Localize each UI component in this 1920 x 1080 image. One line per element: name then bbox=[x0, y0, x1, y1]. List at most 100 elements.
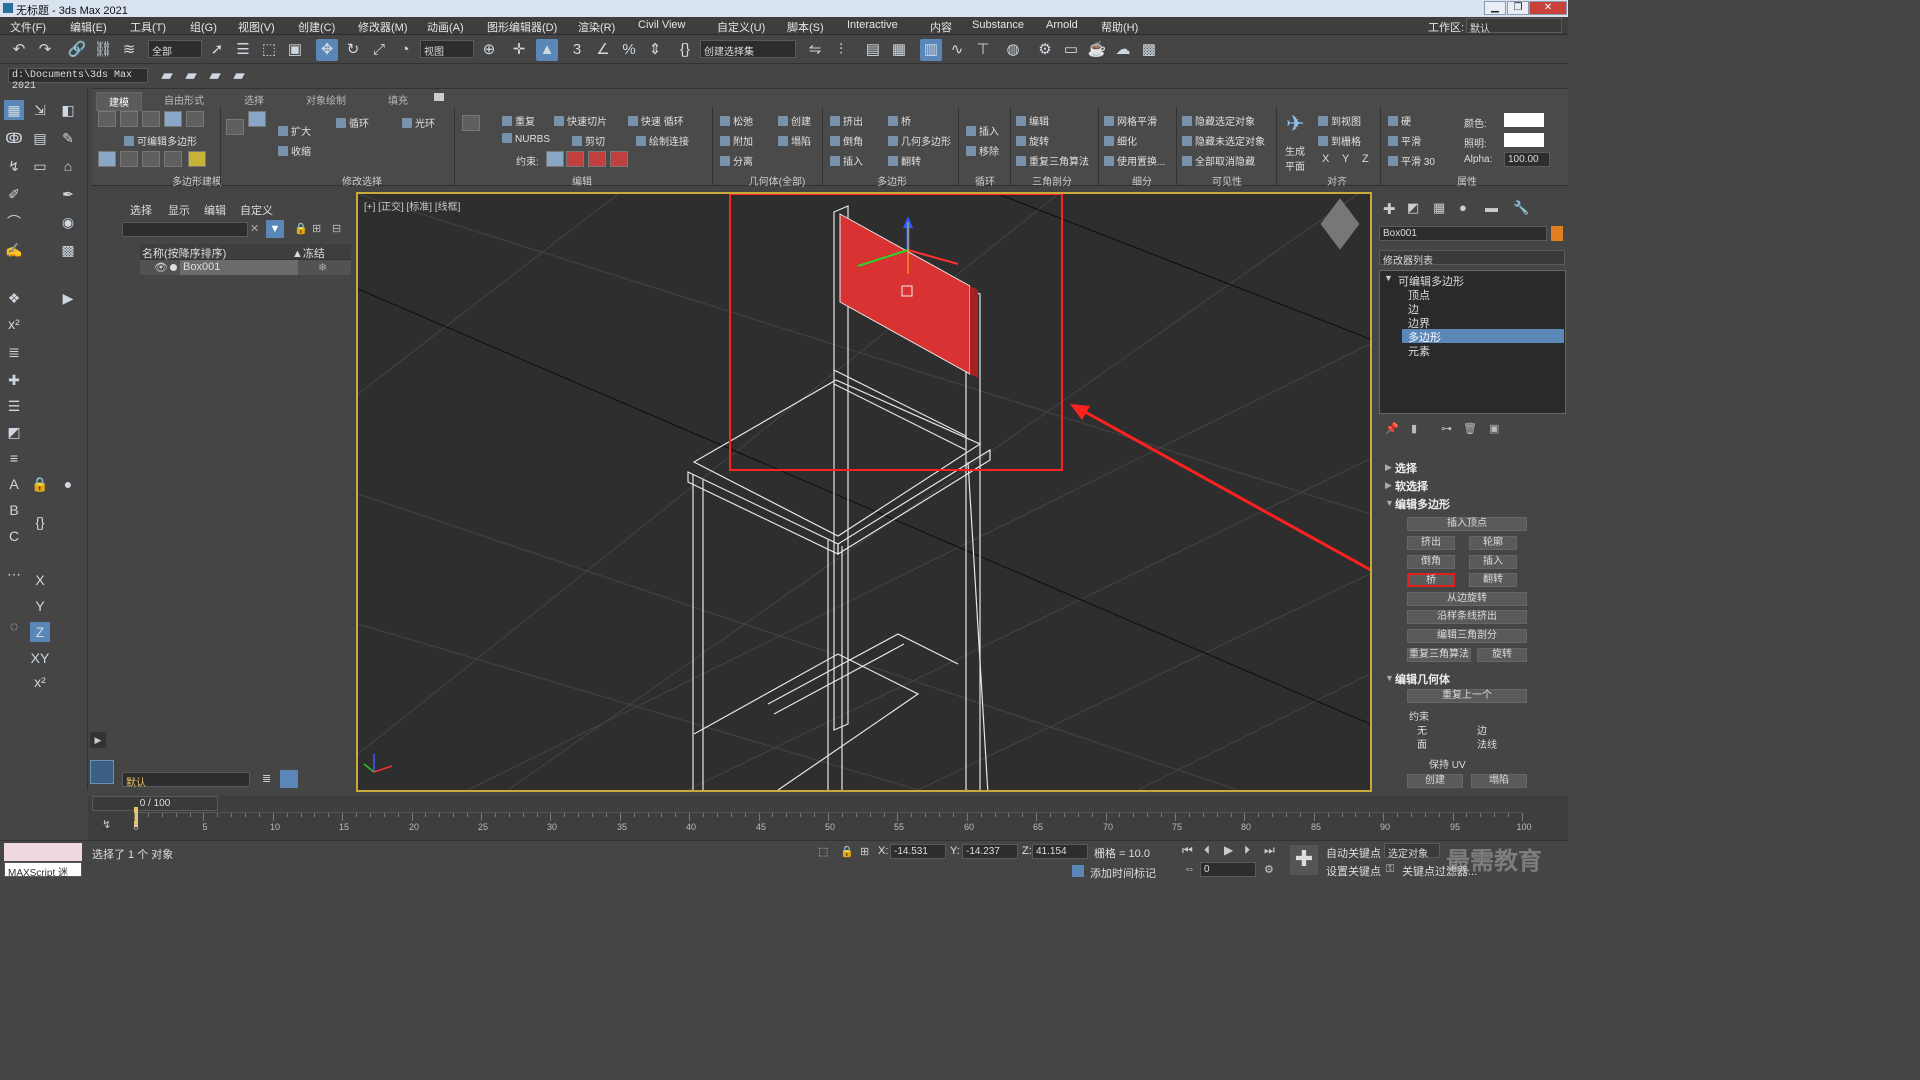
constraint-normal-icon[interactable] bbox=[610, 151, 628, 167]
show-end-result-cmd-icon[interactable]: ▮ bbox=[1411, 422, 1417, 435]
scene-explorer-icon[interactable]: ▥ bbox=[920, 39, 942, 61]
paint-connect-button[interactable]: 绘制连接 bbox=[636, 133, 689, 148]
menu-views[interactable]: 视图(V) bbox=[238, 19, 275, 35]
edge-mode-icon[interactable] bbox=[120, 111, 138, 127]
vertex-mode-icon[interactable] bbox=[98, 111, 116, 127]
make-planar-icon[interactable]: ✈ bbox=[1286, 111, 1304, 139]
preserve-uvs-icon[interactable] bbox=[462, 115, 480, 131]
sphere-tool-icon[interactable]: ● bbox=[58, 474, 78, 494]
percent-snap-icon[interactable]: % bbox=[618, 39, 640, 61]
frame-tool-icon[interactable]: ◩ bbox=[4, 422, 24, 442]
motion-panel-icon[interactable]: ● bbox=[1459, 200, 1467, 215]
schematic-view-icon[interactable]: ⊤ bbox=[972, 39, 994, 61]
snap-toggle-icon[interactable]: 3 bbox=[566, 39, 588, 61]
alpha-field[interactable]: 100.00 bbox=[1504, 152, 1550, 167]
axis-xy-icon[interactable]: XY bbox=[30, 648, 50, 668]
render-frame-icon[interactable]: ▭ bbox=[1060, 39, 1082, 61]
paint-tool-icon[interactable]: ✎ bbox=[58, 128, 78, 148]
extrude-button[interactable]: 挤出 bbox=[830, 113, 863, 128]
stack-tool-icon[interactable]: ☰ bbox=[4, 396, 24, 416]
menu-rendering[interactable]: 渲染(R) bbox=[578, 19, 615, 35]
isolate-icon[interactable]: ⬚ bbox=[818, 845, 828, 858]
viewport-layout-icon[interactable] bbox=[90, 760, 114, 784]
selection-lock-icon[interactable]: 🔒 bbox=[840, 845, 854, 858]
grow-button[interactable]: 扩大 bbox=[278, 123, 311, 138]
preserve-uv-icon[interactable] bbox=[120, 151, 138, 167]
to-grid-button[interactable]: 到栅格 bbox=[1318, 133, 1361, 148]
menu-modifiers[interactable]: 修改器(M) bbox=[358, 19, 408, 35]
key-filter-dropdown[interactable]: 选定对象 bbox=[1384, 843, 1440, 860]
scene-object-name[interactable]: Box001 bbox=[180, 260, 298, 275]
frozen-snowflake-icon[interactable]: ❄ bbox=[318, 261, 327, 274]
maxscript-mini-listener[interactable] bbox=[4, 843, 82, 861]
clear-search-icon[interactable]: ✕ bbox=[250, 222, 259, 235]
outline-button[interactable]: 轮廓 bbox=[1469, 536, 1517, 550]
select-loop-icon[interactable] bbox=[248, 111, 266, 127]
constraint-face-radio[interactable]: 面 bbox=[1417, 736, 1427, 751]
window-crossing-icon[interactable]: ▣ bbox=[284, 39, 306, 61]
next-frame-icon[interactable]: ⏵ bbox=[1244, 843, 1250, 858]
globe-tool-icon[interactable]: ◉ bbox=[58, 212, 78, 232]
rotate-tool-icon[interactable]: C bbox=[4, 526, 24, 546]
select-tool-icon[interactable]: ▦ bbox=[4, 100, 24, 120]
detach-button[interactable]: 分离 bbox=[720, 153, 753, 168]
rect-selection-icon[interactable]: ⬚ bbox=[258, 39, 280, 61]
pivot-center-icon[interactable]: ⊕ bbox=[478, 39, 500, 61]
select-scale-icon[interactable]: ⤢ bbox=[368, 39, 390, 61]
repeat-last-button[interactable]: 重复上一个 bbox=[1407, 689, 1527, 703]
smooth-button[interactable]: 平滑 bbox=[1388, 133, 1421, 148]
a360-gallery-icon[interactable]: ▩ bbox=[1138, 39, 1160, 61]
select-move-icon[interactable]: ✥ bbox=[316, 39, 338, 61]
align-z-button[interactable]: Z bbox=[1362, 153, 1369, 165]
brush-icon[interactable]: ✐ bbox=[4, 184, 24, 204]
use-displacement-button[interactable]: 使用置换... bbox=[1104, 153, 1165, 168]
workspace-dropdown[interactable]: 默认 bbox=[1466, 18, 1562, 35]
collapse-button[interactable]: 塌陷 bbox=[778, 133, 811, 148]
filter-toggle-icon[interactable]: ▼ bbox=[266, 220, 284, 238]
frame-field[interactable]: 0 bbox=[1200, 862, 1256, 877]
remove-modifier-icon[interactable]: 🗑 bbox=[1463, 422, 1477, 435]
menu-animation[interactable]: 动画(A) bbox=[427, 19, 464, 35]
project-folder-icon[interactable]: ▰ bbox=[156, 65, 178, 87]
stack-polygon-selected[interactable]: 多边形 bbox=[1402, 329, 1564, 344]
hard-button[interactable]: 硬 bbox=[1388, 113, 1411, 128]
unlink-icon[interactable]: ⛓ bbox=[92, 39, 114, 61]
ribbon-tab-object-paint[interactable]: 对象绘制 bbox=[306, 92, 346, 107]
retriangulate-button[interactable]: 重复三角算法 bbox=[1016, 153, 1089, 168]
constraint-face-icon[interactable] bbox=[588, 151, 606, 167]
select-rotate-icon[interactable]: ↻ bbox=[342, 39, 364, 61]
scene-tab-display[interactable]: 显示 bbox=[168, 202, 190, 218]
layer-sort-icon[interactable]: ⊟ bbox=[332, 222, 341, 235]
viewport-perspective[interactable]: [+] [正交] [标准] [线框] bbox=[356, 192, 1372, 792]
menu-help[interactable]: 帮助(H) bbox=[1101, 19, 1138, 35]
angle-snap-icon[interactable]: ∠ bbox=[592, 39, 614, 61]
retriangulate-cmd-button[interactable]: 重复三角算法 bbox=[1407, 648, 1471, 662]
illum-swatch[interactable] bbox=[1504, 133, 1544, 147]
inset-button[interactable]: 插入 bbox=[830, 153, 863, 168]
lasso-icon[interactable]: ↂ bbox=[4, 128, 24, 148]
menu-create[interactable]: 创建(C) bbox=[298, 19, 335, 35]
select-by-name-icon[interactable]: ☰ bbox=[232, 39, 254, 61]
collapse-stack-icon[interactable] bbox=[164, 151, 182, 167]
constraint-none-icon[interactable] bbox=[546, 151, 564, 167]
render-cloud-icon[interactable]: ☁ bbox=[1112, 39, 1134, 61]
auto-key-button[interactable]: 自动关键点 bbox=[1326, 845, 1381, 861]
hinge-from-edge-button[interactable]: 从边旋转 bbox=[1407, 592, 1527, 606]
layer-explorer-icon[interactable]: ▤ bbox=[862, 39, 884, 61]
menu-scripting[interactable]: 脚本(S) bbox=[787, 19, 824, 35]
constraint-none-radio[interactable]: 无 bbox=[1417, 722, 1427, 737]
layer-tool-icon[interactable]: ▤ bbox=[30, 128, 50, 148]
ribbon-options-icon[interactable] bbox=[434, 93, 444, 101]
pin-stack-icon[interactable]: 📌 bbox=[1385, 422, 1399, 435]
border-mode-icon[interactable] bbox=[142, 111, 160, 127]
constraint-edge-radio[interactable]: 边 bbox=[1477, 722, 1487, 737]
shrink-button[interactable]: 收缩 bbox=[278, 143, 311, 158]
ribbon-toggle-icon[interactable]: ▦ bbox=[888, 39, 910, 61]
repeat-button[interactable]: 重复 bbox=[502, 113, 535, 128]
expand-panel-icon[interactable]: ▶ bbox=[90, 732, 106, 748]
menu-arnold[interactable]: Arnold bbox=[1046, 19, 1078, 31]
minimize-button[interactable]: ▁ bbox=[1484, 1, 1506, 15]
remove-loop-button[interactable]: 移除 bbox=[966, 143, 999, 158]
selection-filter-dropdown[interactable]: 全部 bbox=[148, 40, 202, 58]
menu-interactive[interactable]: Interactive bbox=[847, 19, 898, 31]
